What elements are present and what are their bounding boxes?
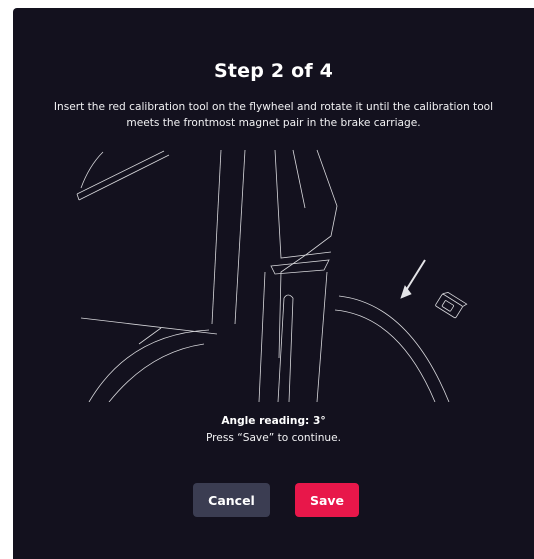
carriage-outline bbox=[278, 149, 338, 359]
flywheel-arc-right bbox=[338, 295, 450, 402]
flywheel-line-left-2 bbox=[138, 327, 162, 345]
cancel-button[interactable]: Cancel bbox=[193, 483, 270, 517]
step-title: Step 2 of 4 bbox=[213, 60, 334, 82]
calibration-dialog: Step 2 of 4 Insert the red calibration t… bbox=[13, 8, 534, 559]
save-button[interactable]: Save bbox=[295, 483, 359, 517]
flywheel-line-left bbox=[80, 317, 218, 335]
arm-outer bbox=[258, 271, 266, 402]
frame-fragment-left-inner bbox=[78, 154, 170, 201]
frame-tube-left bbox=[211, 149, 222, 325]
flywheel-line-illustration bbox=[76, 149, 468, 402]
frame-fragment-left-edge bbox=[76, 193, 80, 201]
frame-tube-left-2 bbox=[234, 149, 246, 325]
flywheel-arc-right-2 bbox=[334, 309, 436, 402]
instructions-text: Insert the red calibration tool on the f… bbox=[53, 101, 494, 129]
frame-fragment-left bbox=[76, 150, 165, 195]
flywheel-arc-left-2 bbox=[108, 343, 205, 402]
carriage-inner bbox=[292, 149, 306, 209]
calibration-tool-icon bbox=[435, 292, 468, 319]
save-hint: Press “Save” to continue. bbox=[205, 432, 342, 444]
arm-slot-right bbox=[288, 297, 294, 402]
carriage-bracket bbox=[270, 259, 330, 275]
flywheel-arc-left bbox=[88, 329, 210, 402]
arrow-icon bbox=[404, 259, 426, 293]
arrow-head bbox=[400, 285, 412, 299]
angle-reading: Angle reading: 3° bbox=[221, 415, 326, 427]
arm-outer-right bbox=[316, 271, 328, 402]
arm-slot-top bbox=[283, 294, 294, 299]
